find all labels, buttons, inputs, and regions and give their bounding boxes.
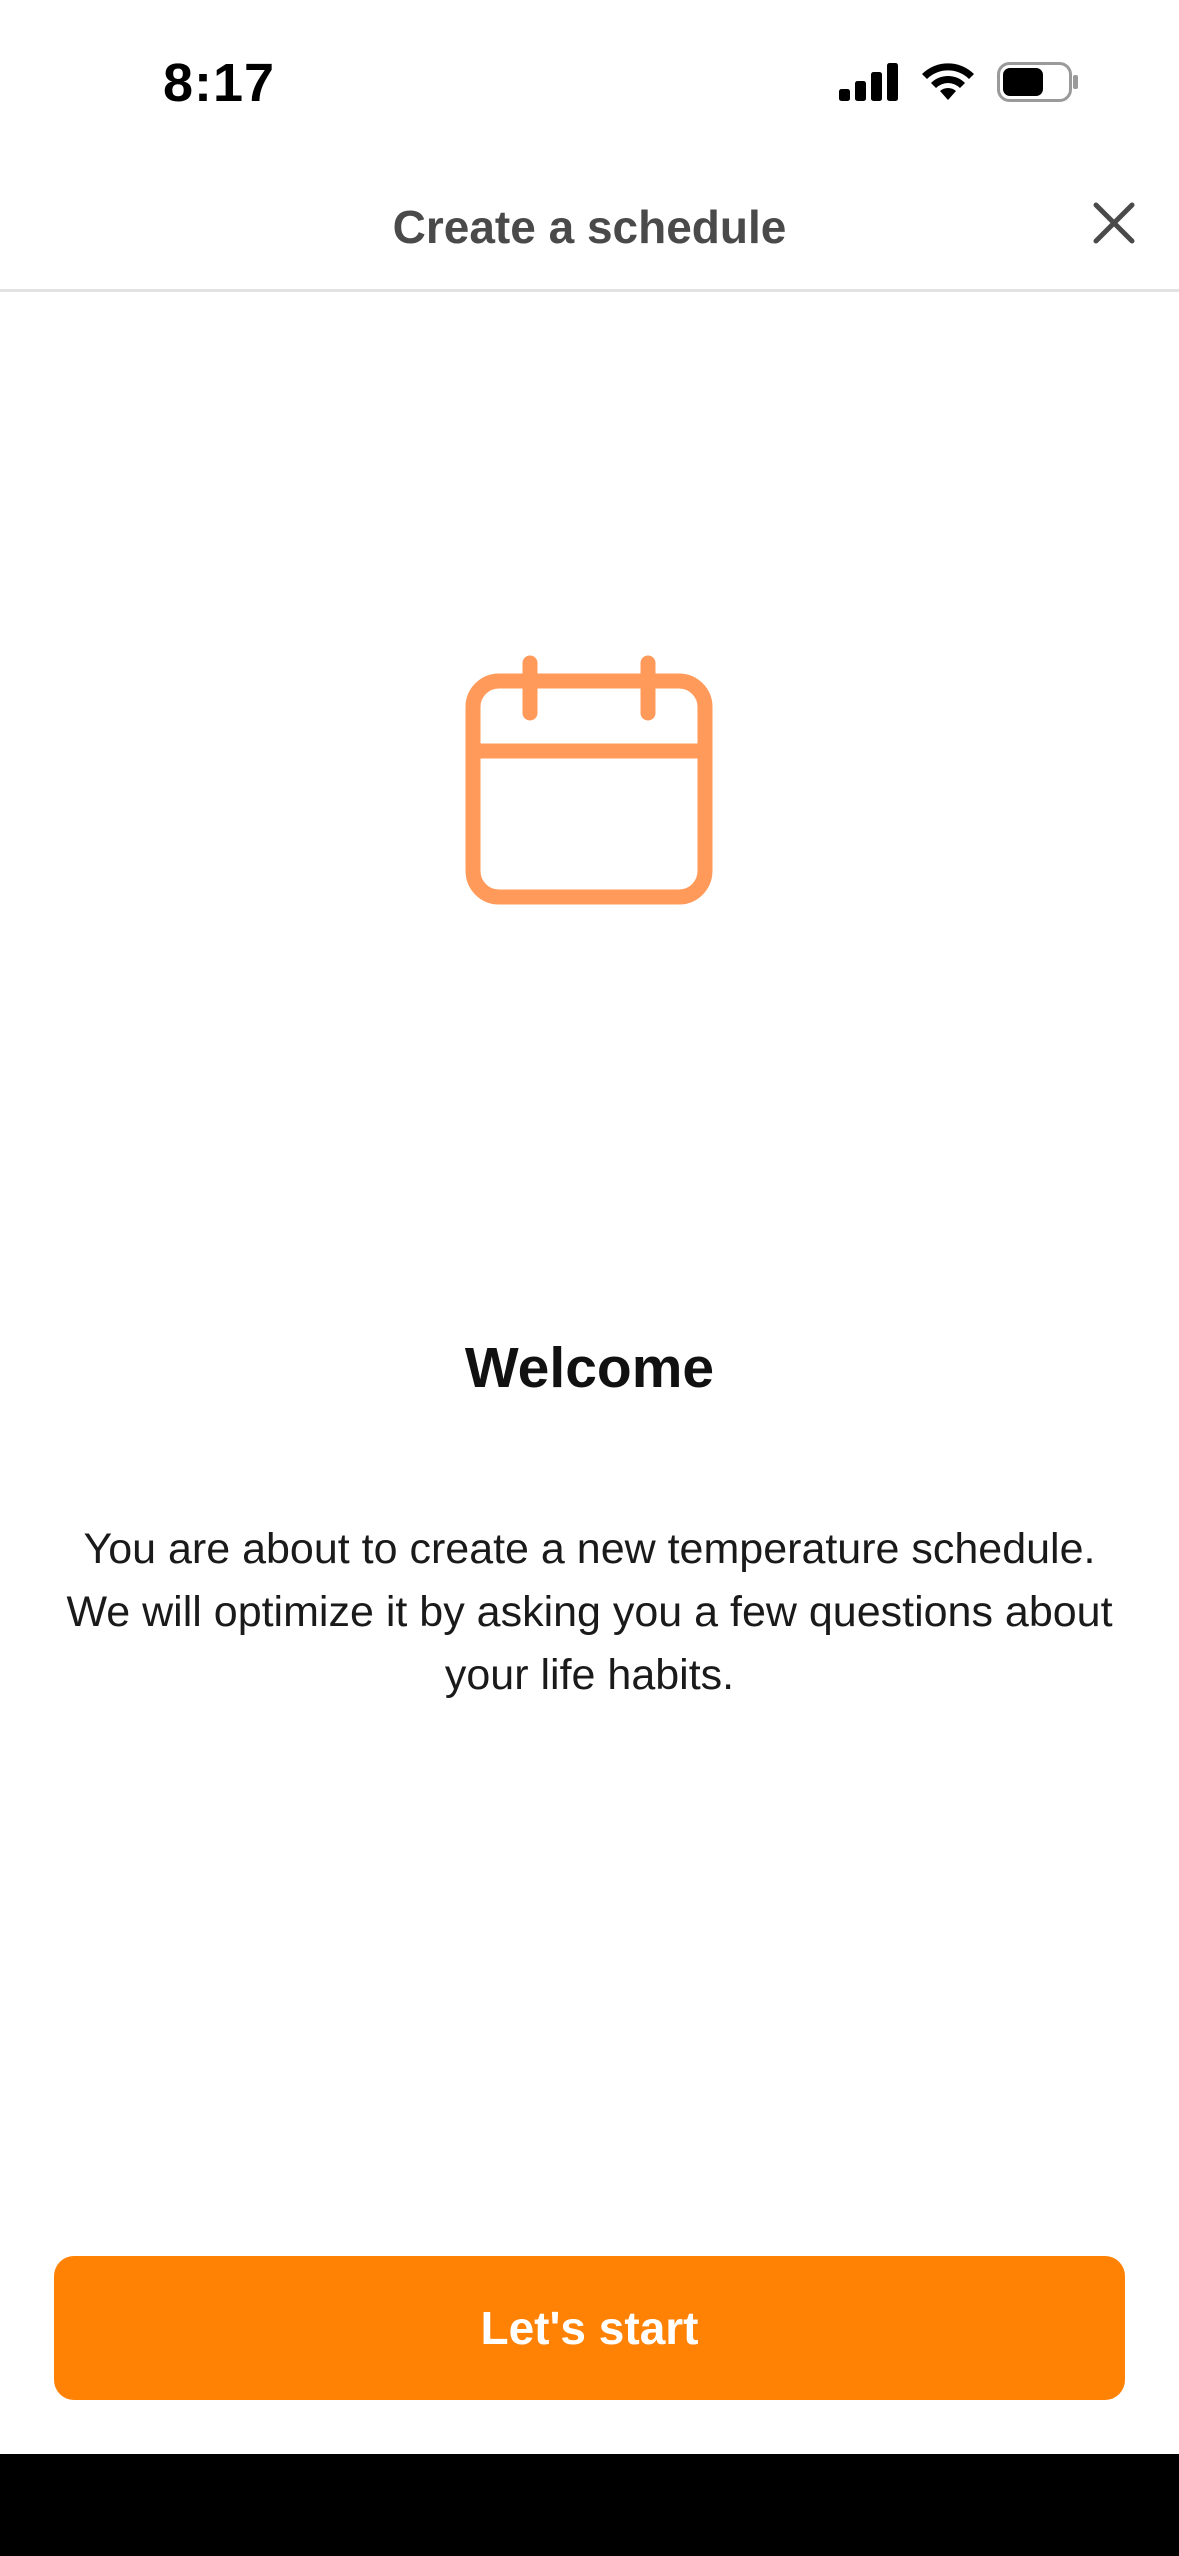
status-icons: [839, 62, 1079, 107]
nav-bar: Create a schedule: [0, 170, 1179, 292]
welcome-title: Welcome: [464, 1336, 715, 1400]
calendar-icon: [465, 655, 713, 905]
welcome-description: You are about to create a new temperatur…: [66, 1525, 1113, 1699]
close-button[interactable]: [1079, 190, 1149, 260]
close-icon: [1092, 201, 1136, 250]
page-title: Create a schedule: [392, 201, 787, 253]
lets-start-button[interactable]: Let's start: [54, 2256, 1125, 2400]
status-bar: 8:17: [0, 0, 1179, 170]
cellular-signal-icon: [839, 63, 899, 106]
battery-icon: [997, 62, 1079, 107]
bottom-bar: [0, 2454, 1179, 2556]
wifi-icon: [921, 62, 975, 107]
status-time: 8:17: [163, 53, 276, 113]
